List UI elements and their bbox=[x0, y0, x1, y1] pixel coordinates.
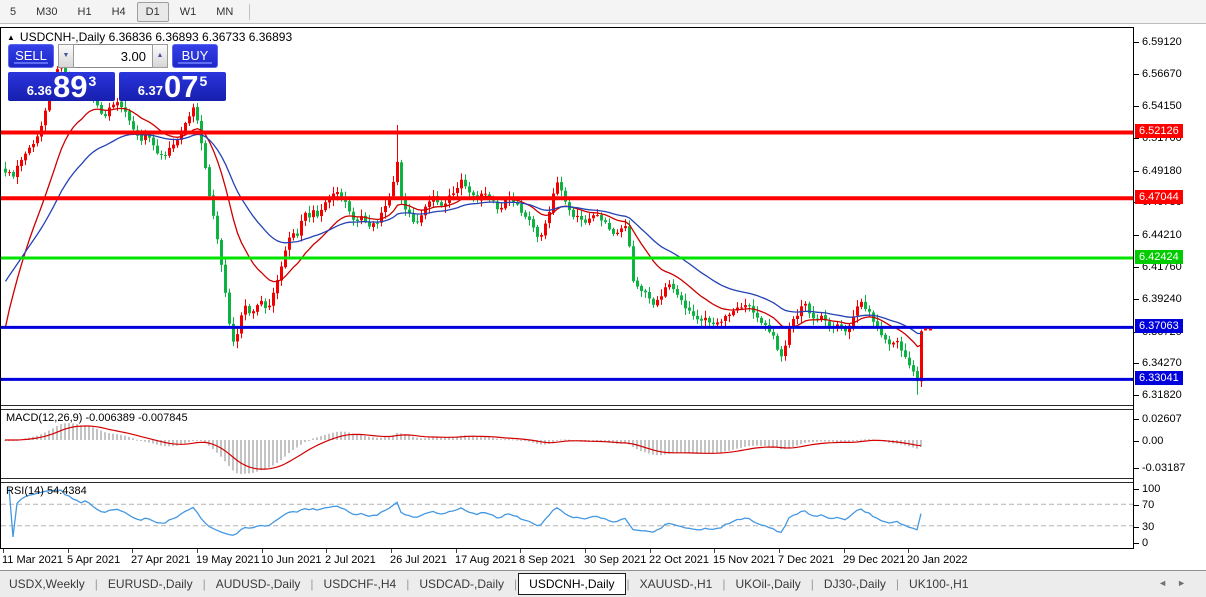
buy-button[interactable]: BUY bbox=[172, 44, 218, 68]
timeframe-button-mn[interactable]: MN bbox=[207, 2, 242, 22]
date-axis-tick bbox=[3, 549, 4, 553]
symbol-tab-xauusd[interactable]: XAUUSD-,H1 bbox=[631, 573, 722, 595]
date-axis-label: 5 Apr 2021 bbox=[67, 554, 121, 566]
chart-symbol-period: USDCNH-,Daily bbox=[19, 30, 106, 44]
sell-button-label: SELL bbox=[15, 48, 47, 63]
chart-frame: MACD(12,26,9) -0.006389 -0.007845 RSI(14… bbox=[0, 27, 1134, 549]
tab-scroll-right-icon[interactable]: ► bbox=[1177, 578, 1196, 588]
date-axis-tick bbox=[650, 549, 651, 553]
tab-scroll-left-icon[interactable]: ◄ bbox=[1158, 578, 1177, 588]
lot-decrease-button[interactable]: ▼ bbox=[58, 44, 74, 68]
timeframe-button-m30[interactable]: M30 bbox=[27, 2, 66, 22]
level-price-badge: 6.37063 bbox=[1135, 319, 1183, 334]
timeframe-button-d1[interactable]: D1 bbox=[136, 1, 169, 22]
date-axis-tick bbox=[779, 549, 780, 553]
date-axis-label: 27 Apr 2021 bbox=[131, 554, 191, 566]
date-axis-tick bbox=[197, 549, 198, 553]
symbol-tab-uk100[interactable]: UK100-,H1 bbox=[900, 573, 977, 595]
buy-price-big: 07 bbox=[164, 69, 199, 104]
trading-terminal: { "toolbar": {"items": ["5","M30","H1","… bbox=[0, 0, 1206, 597]
date-axis-tick bbox=[262, 549, 263, 553]
buy-price-display[interactable]: 6.37 07 5 bbox=[119, 69, 226, 104]
date-axis-tick bbox=[456, 549, 457, 553]
collapse-triangle-icon[interactable]: ▲ bbox=[7, 33, 15, 42]
price-axis[interactable]: 6.591206.566706.541506.517006.491806.467… bbox=[1134, 27, 1206, 570]
sell-price-sup: 3 bbox=[88, 73, 97, 89]
symbol-tab-usdcad[interactable]: USDCAD-,Daily bbox=[410, 573, 513, 595]
rsi-pane[interactable]: RSI(14) 54.4384 bbox=[1, 483, 1133, 548]
sell-price-base: 6.36 bbox=[26, 83, 53, 98]
macd-pane[interactable]: MACD(12,26,9) -0.006389 -0.007845 bbox=[1, 410, 1133, 478]
macd-label: MACD(12,26,9) -0.006389 -0.007845 bbox=[6, 412, 188, 424]
date-axis-label: 2 Jul 2021 bbox=[325, 554, 376, 566]
date-axis-label: 29 Dec 2021 bbox=[843, 554, 906, 566]
level-price-badge: 6.47044 bbox=[1135, 190, 1183, 205]
date-axis-label: 17 Aug 2021 bbox=[455, 554, 517, 566]
date-axis-label: 8 Sep 2021 bbox=[519, 554, 576, 566]
date-axis-label: 7 Dec 2021 bbox=[778, 554, 835, 566]
date-axis-tick bbox=[908, 549, 909, 553]
lot-increase-button[interactable]: ▲ bbox=[152, 44, 168, 68]
one-click-trade-panel: SELL ▼ ▲ BUY 6.36 89 3 6.37 07 5 bbox=[8, 44, 230, 104]
sell-price-big: 89 bbox=[53, 69, 88, 104]
lot-size-spinner: ▼ ▲ bbox=[58, 44, 168, 68]
date-axis-label: 30 Sep 2021 bbox=[584, 554, 647, 566]
symbol-tab-usdcnh[interactable]: USDCNH-,Daily bbox=[518, 573, 626, 595]
symbol-tab-eurusd[interactable]: EURUSD-,Daily bbox=[99, 573, 202, 595]
date-axis-label: 15 Nov 2021 bbox=[713, 554, 776, 566]
date-axis-tick bbox=[585, 549, 586, 553]
date-axis-label: 26 Jul 2021 bbox=[390, 554, 447, 566]
timeframe-button-h4[interactable]: H4 bbox=[103, 2, 135, 22]
sell-price-display[interactable]: 6.36 89 3 bbox=[8, 69, 115, 104]
timeframe-button-h1[interactable]: H1 bbox=[69, 2, 101, 22]
date-axis-tick bbox=[132, 549, 133, 553]
level-price-badge: 6.33041 bbox=[1135, 371, 1183, 386]
sell-button[interactable]: SELL bbox=[8, 44, 54, 68]
level-price-badge: 6.52126 bbox=[1135, 124, 1183, 139]
tab-scroll-arrows: ◄► bbox=[1158, 578, 1196, 588]
buy-button-label: BUY bbox=[181, 48, 209, 63]
date-axis-label: 22 Oct 2021 bbox=[649, 554, 709, 566]
date-axis[interactable]: 11 Mar 2021 5 Apr 2021 27 Apr 2021 19 May 2… bbox=[0, 549, 1134, 570]
symbol-tab-dj30[interactable]: DJ30-,Daily bbox=[815, 573, 895, 595]
symbol-tab-ukoil[interactable]: UKOil-,Daily bbox=[726, 573, 809, 595]
rsi-label: RSI(14) 54.4384 bbox=[6, 485, 87, 497]
toolbar-separator bbox=[249, 3, 251, 20]
date-axis-tick bbox=[520, 549, 521, 553]
chart-ohlc-values: 6.36836 6.36893 6.36733 6.36893 bbox=[108, 30, 293, 44]
lot-size-input[interactable] bbox=[74, 44, 152, 68]
timeframe-button-5[interactable]: 5 bbox=[1, 2, 25, 22]
date-axis-label: 10 Jun 2021 bbox=[261, 554, 322, 566]
date-axis-label: 19 May 2021 bbox=[196, 554, 260, 566]
date-axis-tick bbox=[68, 549, 69, 553]
date-axis-tick bbox=[326, 549, 327, 553]
date-axis-label: 20 Jan 2022 bbox=[907, 554, 968, 566]
symbol-tab-bar: USDX,Weekly | EURUSD-,Daily | AUDUSD-,Daily |… bbox=[0, 570, 1206, 597]
date-axis-tick bbox=[844, 549, 845, 553]
timeframe-toolbar: 5 M30 H1 H4 D1 W1 MN bbox=[0, 0, 1206, 24]
chart-window-title: ▲ USDCNH-,Daily 6.36836 6.36893 6.36733 6… bbox=[7, 30, 292, 44]
level-price-badge: 6.42424 bbox=[1135, 249, 1183, 264]
buy-price-sup: 5 bbox=[199, 73, 208, 89]
date-axis-tick bbox=[714, 549, 715, 553]
timeframe-button-w1[interactable]: W1 bbox=[171, 2, 206, 22]
date-axis-label: 11 Mar 2021 bbox=[2, 554, 63, 566]
date-axis-tick bbox=[391, 549, 392, 553]
symbol-tab-audusd[interactable]: AUDUSD-,Daily bbox=[207, 573, 310, 595]
buy-price-base: 6.37 bbox=[137, 83, 164, 98]
symbol-tab-usdx[interactable]: USDX,Weekly bbox=[0, 573, 94, 595]
symbol-tab-usdchf[interactable]: USDCHF-,H4 bbox=[315, 573, 406, 595]
